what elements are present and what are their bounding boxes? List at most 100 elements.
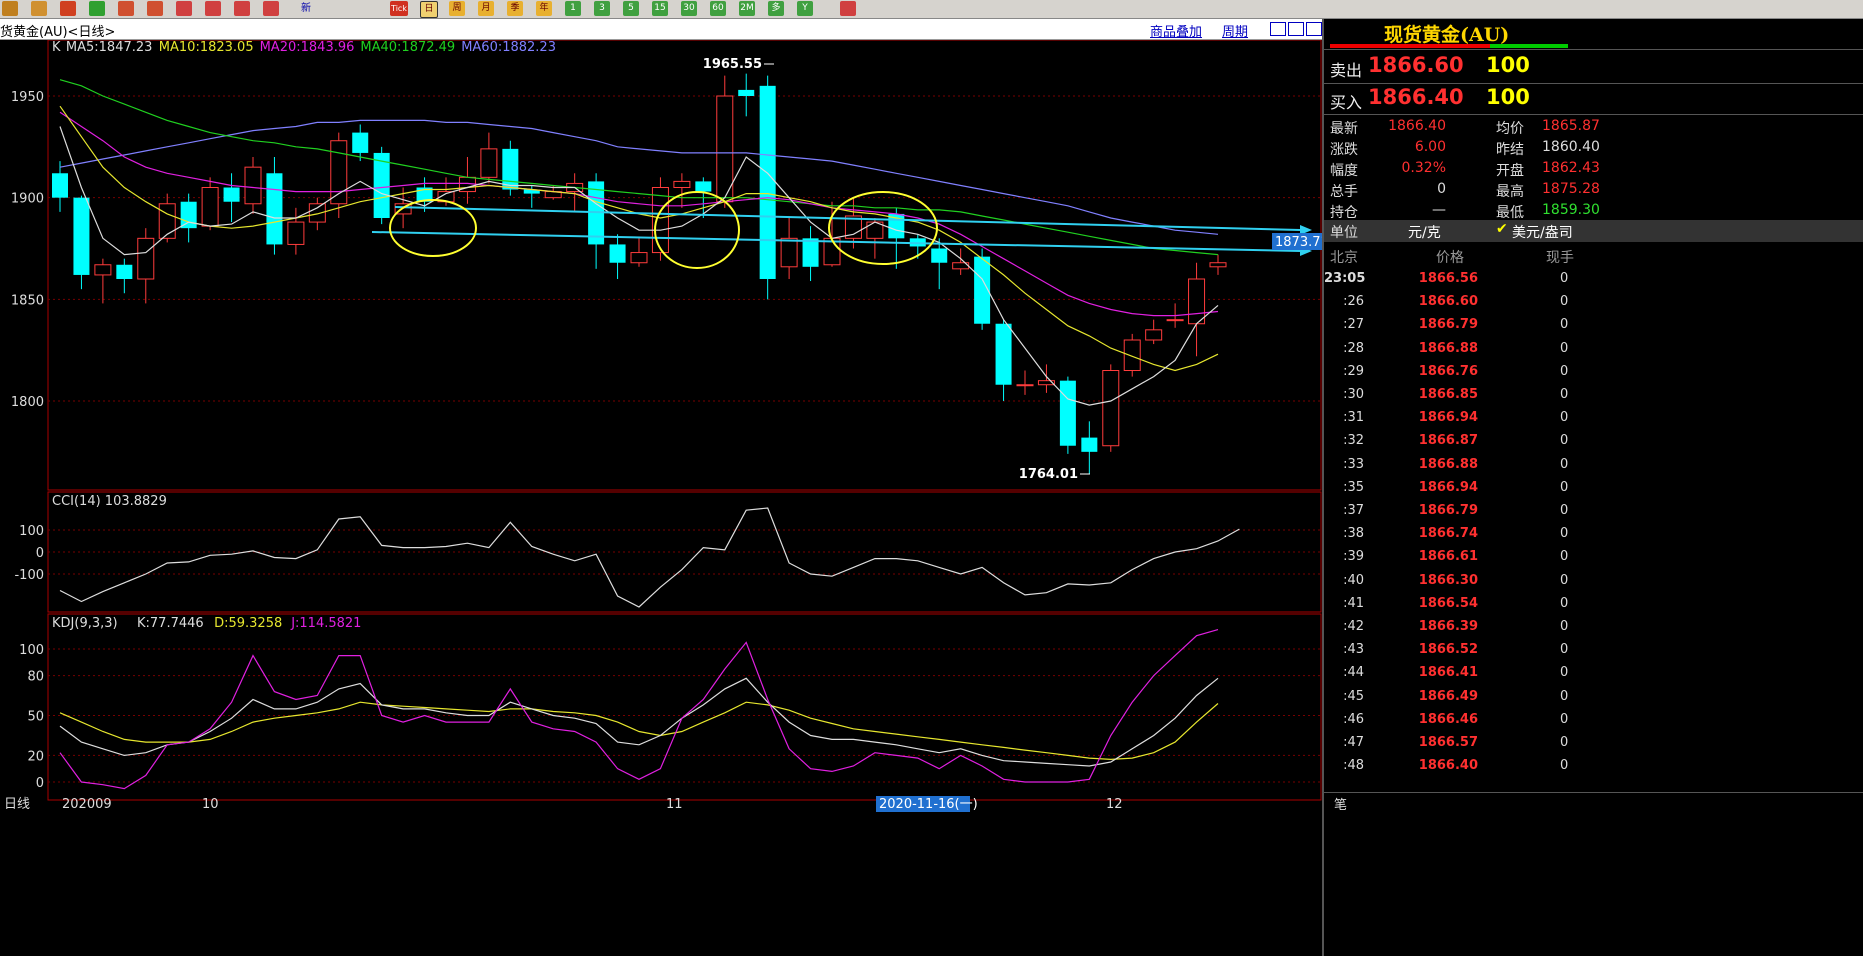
tick-row: :39 1866.61 0 (1343, 549, 1569, 565)
home-icon[interactable] (2, 1, 18, 16)
tick-row: :38 1866.74 0 (1343, 526, 1569, 542)
pen-icon[interactable] (205, 1, 221, 16)
kdj-tick-label: 50 (27, 710, 44, 725)
db-icon[interactable] (31, 1, 47, 16)
layout-max-icon[interactable] (1306, 22, 1322, 36)
cci-line (59, 507, 1240, 608)
tick-row: :48 1866.40 0 (1343, 758, 1569, 774)
period-5-button[interactable]: 1 (565, 1, 581, 16)
price-panel-frame (47, 40, 1322, 491)
kdj-tick-label: 100 (19, 643, 44, 658)
period-2-button[interactable]: 月 (478, 1, 494, 16)
candle-body (995, 323, 1012, 385)
period-11-button[interactable]: 2M (739, 1, 755, 16)
period-9-button[interactable]: 30 (681, 1, 697, 16)
period-6-button[interactable]: 3 (594, 1, 610, 16)
candle-body (244, 166, 262, 205)
candle-body (651, 187, 669, 254)
toolbar: 新 Tick 日周月季年 1 3 5 15 30 60 2M 多 Y (0, 0, 1863, 19)
trend-price-label: 1873.71 (1275, 235, 1322, 250)
overlay-link[interactable]: 商品叠加 (1150, 21, 1202, 40)
chart-icon[interactable] (60, 1, 76, 16)
candle-body (94, 264, 112, 276)
zoom-out-icon[interactable] (147, 1, 163, 16)
tick-row: :44 1866.41 0 (1343, 665, 1569, 681)
period-13-button[interactable]: Y (797, 1, 813, 16)
cci-tick-label: -100 (14, 568, 44, 583)
refresh-icon[interactable] (89, 1, 105, 16)
brush-icon[interactable] (234, 1, 250, 16)
tick-row: :47 1866.57 0 (1343, 735, 1569, 750)
candle-body (1166, 319, 1184, 322)
pin-icon[interactable] (263, 1, 279, 16)
candle-body (223, 187, 240, 202)
tick-row: :30 1866.85 0 (1343, 387, 1569, 402)
candle-body (266, 173, 283, 245)
period-12-button[interactable]: 多 (768, 1, 784, 16)
x-axis-title: 日线 (4, 797, 30, 812)
ma-legend-item: MA60:1882.23 (461, 40, 556, 55)
ma-legend-item: K (52, 40, 61, 55)
tick-row: :43 1866.52 0 (1343, 642, 1569, 658)
period-link[interactable]: 周期 (1222, 21, 1248, 40)
candle-body (609, 244, 626, 263)
x-tick-label: 11 (666, 797, 683, 812)
candle-body (738, 89, 755, 96)
price-tick-label: 1900 (11, 192, 44, 207)
stat-row: 总手 0 最高 1875.28 (1330, 181, 1600, 200)
chart-title: 货黄金(AU)<日线> (0, 25, 116, 40)
cci-tick-label: 100 (19, 524, 44, 539)
grid-icon[interactable] (840, 1, 856, 16)
candle-body (759, 85, 776, 279)
price-tick-label: 1950 (11, 90, 44, 105)
kdj-tick-label: 20 (27, 749, 44, 764)
check-icon[interactable]: ✔ (1496, 221, 1508, 237)
copy-icon[interactable] (176, 1, 192, 16)
tick-row: :29 1866.76 0 (1343, 363, 1569, 379)
candle-body (352, 132, 369, 153)
tick-row: :26 1866.60 0 (1343, 294, 1569, 310)
candle-body (73, 197, 90, 275)
stat-row: 持仓 — 最低 1859.30 (1330, 202, 1600, 221)
quote-title: 现货黄金(AU) (1384, 24, 1510, 46)
cci-tick-label: 0 (36, 546, 44, 561)
tick-row: :31 1866.94 0 (1343, 410, 1569, 426)
sell-strength-bar (1330, 44, 1490, 48)
price-tick-label: 1800 (11, 395, 44, 410)
candle-body (931, 248, 948, 263)
tick-button[interactable]: Tick (390, 1, 408, 16)
tick-row: :27 1866.79 0 (1343, 317, 1569, 333)
candle-body (201, 187, 219, 227)
tick-row: :40 1866.30 0 (1343, 572, 1569, 588)
period-3-button[interactable]: 季 (507, 1, 523, 16)
tick-row: :32 1866.87 0 (1343, 433, 1569, 449)
date-cursor-label: 2020-11-16(一) (879, 797, 978, 812)
tick-header: 北京 价格 现手 (1330, 250, 1574, 266)
candle-body (673, 180, 691, 188)
zoom-in-icon[interactable] (118, 1, 134, 16)
candle-body (1209, 262, 1227, 268)
tick-row: :37 1866.79 0 (1343, 503, 1569, 518)
ma-legend-item: MA40:1872.49 (360, 40, 455, 55)
period-1-button[interactable]: 周 (449, 1, 465, 16)
stat-row: 幅度 0.32% 开盘 1862.43 (1330, 160, 1600, 179)
period-8-button[interactable]: 15 (652, 1, 668, 16)
kdj-legend-item: D:59.3258 (214, 616, 282, 631)
kline-chart[interactable]: 1950 1900 1850 1800 100 0 -100 100 80 50 20 0 1965.5… (0, 40, 1322, 956)
x-tick-label: 202009 (62, 797, 112, 812)
footer-label: 笔 (1334, 798, 1348, 813)
candle-body (780, 237, 798, 268)
tick-row: :33 1866.88 0 (1343, 456, 1569, 472)
period-0-button[interactable]: 日 (420, 1, 438, 18)
period-10-button[interactable]: 60 (710, 1, 726, 16)
period-7-button[interactable]: 5 (623, 1, 639, 16)
tick-row: :45 1866.49 0 (1343, 688, 1569, 704)
new-button[interactable]: 新 (298, 1, 314, 16)
kdj-legend-item: J:114.5821 (290, 616, 361, 631)
layout-right-icon[interactable] (1288, 22, 1304, 36)
ma-legend-item: MA5:1847.23 (66, 40, 153, 55)
period-4-button[interactable]: 年 (536, 1, 552, 16)
kdj-panel-frame (47, 613, 1322, 801)
layout-left-icon[interactable] (1270, 22, 1286, 36)
candle-body (480, 148, 498, 178)
